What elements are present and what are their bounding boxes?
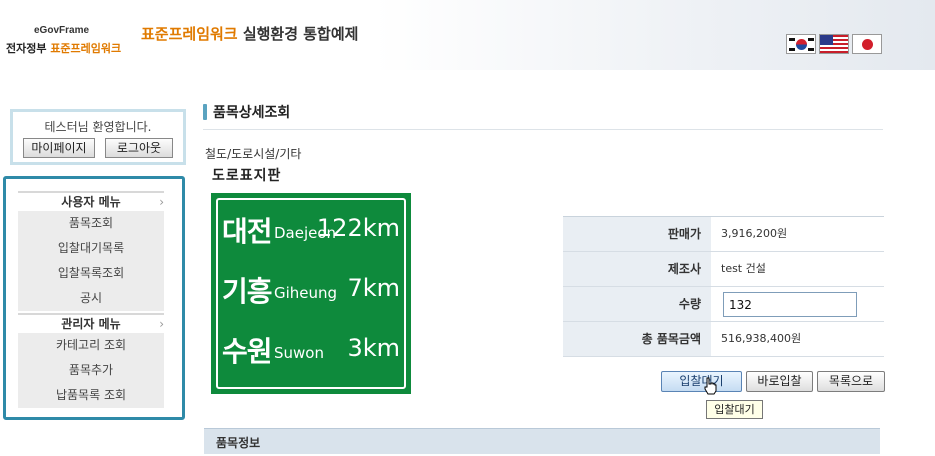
welcome-text: 테스터님 환영합니다. xyxy=(44,120,152,134)
app-title-brand: 표준프레임워크 xyxy=(141,25,238,43)
header: eGovFrame 전자정부 표준프레임워크 표준프레임워크 실행환경 통합예제 xyxy=(0,0,935,70)
price-value: 3,916,200원 xyxy=(721,227,788,240)
divider xyxy=(203,129,883,130)
language-flags xyxy=(786,34,882,54)
sidebar-item-add-item[interactable]: 품목추가 xyxy=(18,358,164,383)
tooltip: 입찰대기 xyxy=(706,400,763,419)
sign-city-en: Giheung xyxy=(274,284,338,302)
sidebar-menu: 사용자 메뉴 › 품목조회 입찰대기목록 입찰목록조회 공시 관리자 메뉴 › … xyxy=(3,176,185,420)
sign-row: 대전 Daejeon 122km xyxy=(218,204,404,262)
table-row: 판매가 3,916,200원 xyxy=(563,217,884,252)
page-title: 품목상세조회 xyxy=(213,105,291,121)
app-title-rest: 실행환경 통합예제 xyxy=(237,25,359,43)
admin-menu-title: 관리자 메뉴 xyxy=(61,317,121,331)
maker-label: 제조사 xyxy=(563,252,711,286)
sign-distance: 3km xyxy=(347,334,400,362)
sidebar-item-bid-wait-list[interactable]: 입찰대기목록 xyxy=(18,236,164,261)
logo-prefix: 전자정부 xyxy=(6,42,51,55)
item-name: 도로표지판 xyxy=(212,168,282,184)
section-marker xyxy=(203,104,207,120)
table-row: 제조사 test 건설 xyxy=(563,252,884,287)
section-heading: 품목정보 xyxy=(216,436,261,450)
maker-value: test 건설 xyxy=(721,262,766,275)
sign-distance: 122km xyxy=(316,214,400,242)
breadcrumb: 철도/도로시설/기타 xyxy=(205,147,302,161)
item-info-section-header: 품목정보 xyxy=(204,428,880,454)
item-info-table: 판매가 3,916,200원 제조사 test 건설 수량 총 품목금액 516… xyxy=(563,216,884,357)
logo-text-top: eGovFrame xyxy=(34,25,90,36)
quantity-input[interactable] xyxy=(723,292,857,317)
sidebar-item-item-search[interactable]: 품목조회 xyxy=(18,211,164,236)
hand-cursor-icon xyxy=(704,377,717,395)
sign-distance: 7km xyxy=(347,274,400,302)
sign-city-en: Suwon xyxy=(274,344,324,362)
app-title: 표준프레임워크 실행환경 통합예제 xyxy=(141,23,358,44)
product-image: 대전 Daejeon 122km 기흥 Giheung 7km 수원 Suwon… xyxy=(211,193,411,394)
logo-text-bottom: 전자정부 표준프레임워크 xyxy=(6,40,121,56)
user-menu-title: 사용자 메뉴 xyxy=(61,195,121,209)
egovframe-logo[interactable]: eGovFrame 전자정부 표준프레임워크 xyxy=(4,24,124,58)
japan-flag-icon[interactable] xyxy=(852,34,882,54)
chevron-right-icon: › xyxy=(159,195,164,209)
back-to-list-button[interactable]: 목록으로 xyxy=(817,371,885,392)
chevron-right-icon: › xyxy=(159,317,164,331)
admin-menu-header[interactable]: 관리자 메뉴 › xyxy=(18,313,164,333)
mypage-button[interactable]: 마이페이지 xyxy=(23,138,95,158)
usa-flag-icon[interactable] xyxy=(819,34,849,54)
table-row: 총 품목금액 516,938,400원 xyxy=(563,322,884,357)
sidebar-item-notice[interactable]: 공시 xyxy=(18,286,164,311)
logout-button[interactable]: 로그아웃 xyxy=(105,138,173,158)
sign-row: 기흥 Giheung 7km xyxy=(218,264,404,322)
sign-city-ko: 수원 xyxy=(222,335,273,368)
korea-flag-icon[interactable] xyxy=(786,34,816,54)
total-value: 516,938,400원 xyxy=(721,332,802,345)
user-menu-header[interactable]: 사용자 메뉴 › xyxy=(18,191,164,211)
logo-accent: 표준프레임워크 xyxy=(50,42,122,55)
quantity-label: 수량 xyxy=(563,287,711,321)
total-label: 총 품목금액 xyxy=(563,322,711,356)
sign-row: 수원 Suwon 3km xyxy=(218,324,404,382)
price-label: 판매가 xyxy=(563,217,711,251)
direct-bid-button[interactable]: 바로입찰 xyxy=(746,371,813,392)
table-row: 수량 xyxy=(563,287,884,322)
sign-city-ko: 기흥 xyxy=(222,275,273,308)
sidebar-item-category[interactable]: 카테고리 조회 xyxy=(18,333,164,358)
sidebar-item-bid-list[interactable]: 입찰목록조회 xyxy=(18,261,164,286)
sidebar-item-delivery-list[interactable]: 납품목록 조회 xyxy=(18,383,164,408)
sign-city-ko: 대전 xyxy=(222,215,273,248)
bid-wait-button[interactable]: 입찰대기 xyxy=(661,371,742,392)
login-box: 테스터님 환영합니다. 마이페이지 로그아웃 xyxy=(10,109,186,165)
